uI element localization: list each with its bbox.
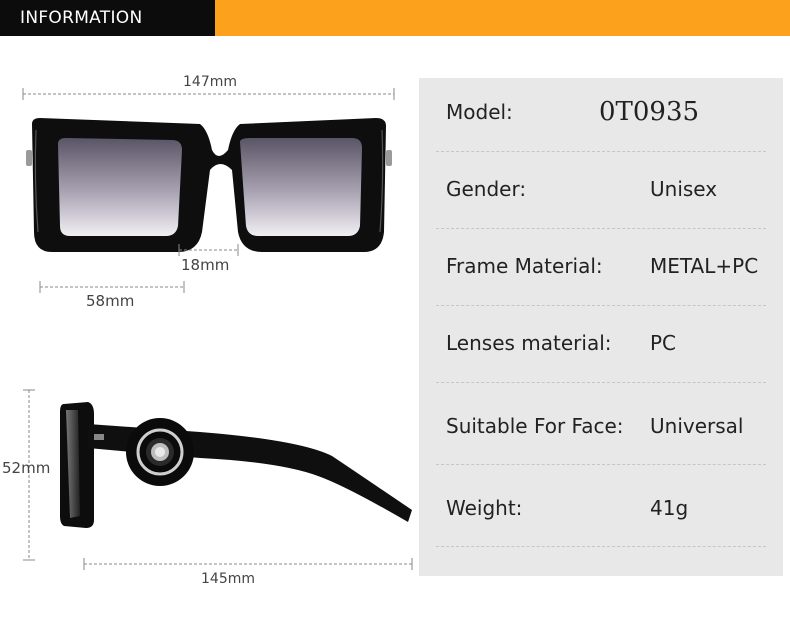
spec-divider <box>436 464 766 465</box>
spec-value: Unisex <box>650 177 718 201</box>
spec-row-frame-material: Frame Material: METAL+PC <box>436 241 766 291</box>
lens-width-label: 58mm <box>86 292 135 310</box>
spec-label: Weight: <box>446 496 523 520</box>
spec-label: Gender: <box>446 177 527 201</box>
spec-divider <box>436 151 766 152</box>
spec-label: Lenses material: <box>446 331 612 355</box>
spec-row-face: Suitable For Face: Universal <box>436 401 766 451</box>
spec-divider <box>436 382 766 383</box>
side-view-glasses <box>60 402 412 528</box>
lens-height-label: 52mm <box>2 459 51 477</box>
total-width-label: 147mm <box>183 74 237 90</box>
spec-value: 41g <box>650 496 689 520</box>
spec-row-model: Model: 0T0935 <box>436 87 766 137</box>
spec-divider <box>436 305 766 306</box>
spec-label: Suitable For Face: <box>446 414 624 438</box>
spec-divider <box>436 546 766 547</box>
spec-row-gender: Gender: Unisex <box>436 164 766 214</box>
spec-value: PC <box>650 331 677 355</box>
spec-label: Frame Material: <box>446 254 603 278</box>
bridge-width-label: 18mm <box>181 256 230 274</box>
spec-panel: Model: 0T0935 Gender: Unisex Frame Mater… <box>419 78 783 576</box>
spec-value: 0T0935 <box>599 97 700 127</box>
temple-length-label: 145mm <box>201 571 255 587</box>
spec-divider <box>436 228 766 229</box>
spec-value: METAL+PC <box>650 254 759 278</box>
spec-row-weight: Weight: 41g <box>436 483 766 533</box>
spec-value: Universal <box>650 414 744 438</box>
front-view-glasses <box>26 118 392 252</box>
spec-row-lenses-material: Lenses material: PC <box>436 318 766 368</box>
spec-label: Model: <box>446 100 513 124</box>
dimension-line-temple-length <box>83 558 413 570</box>
